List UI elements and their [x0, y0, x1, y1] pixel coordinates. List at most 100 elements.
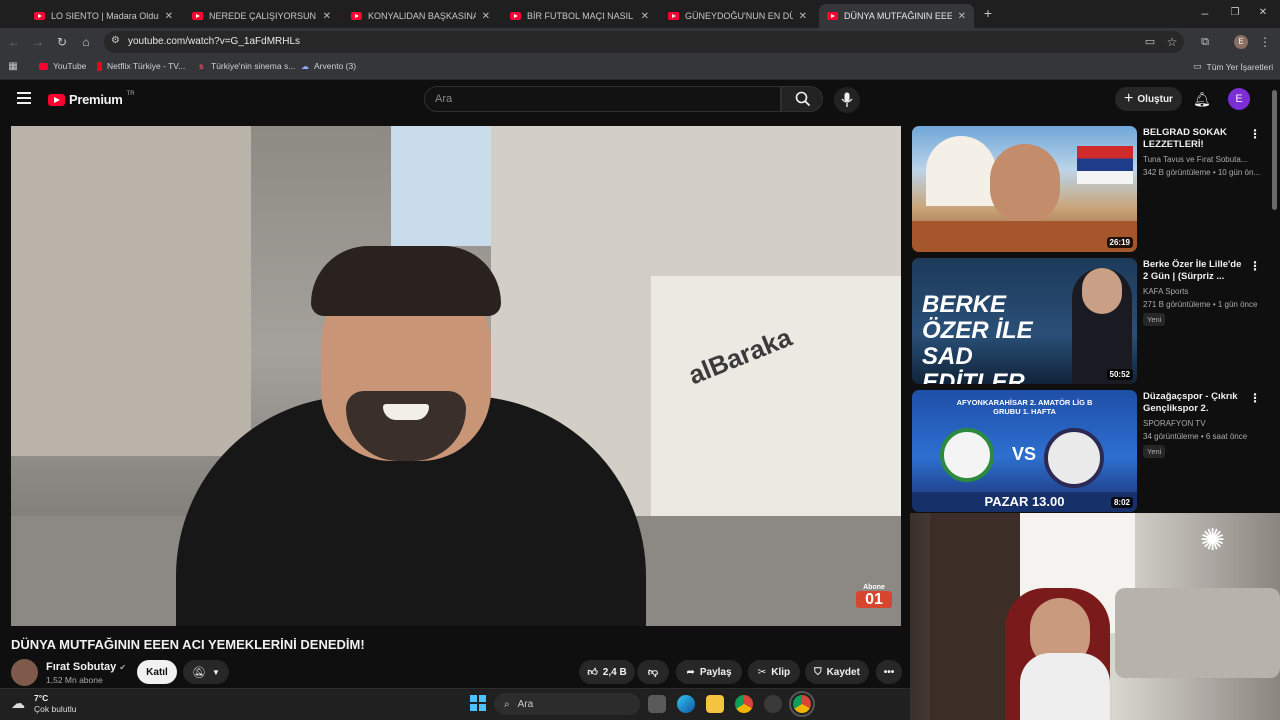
youtube-premium-logo[interactable]: Premium TR — [48, 91, 135, 107]
new-badge: Yeni — [1143, 445, 1166, 458]
back-icon[interactable]: ← — [7, 35, 21, 49]
browser-menu-icon[interactable]: ⋮ — [1259, 35, 1271, 49]
thumbnail-church — [926, 136, 996, 206]
browser-tab[interactable]: LO SIENTO | Madara Olduk #65 ✕ — [26, 4, 181, 28]
page-scrollbar[interactable] — [1272, 90, 1277, 210]
like-count: 2,4 B — [602, 666, 627, 678]
like-button[interactable]: 👍︎ 2,4 B — [579, 660, 635, 684]
webcam-logo-icon: ✺ — [1200, 524, 1226, 557]
create-button[interactable]: + Oluştur — [1115, 87, 1182, 111]
taskbar-search-label: Ara — [517, 698, 534, 710]
logo-text: Premium — [69, 92, 123, 107]
weather-temperature[interactable]: 7°C — [34, 693, 48, 703]
close-tab-icon[interactable]: ✕ — [799, 11, 807, 22]
weather-cloud-icon[interactable]: ☁ — [11, 695, 25, 712]
join-button[interactable]: Katıl — [137, 660, 177, 684]
chrome-profile-icon[interactable] — [789, 691, 815, 717]
weather-description[interactable]: Çok bulutlu — [34, 704, 77, 714]
browser-tab-active[interactable]: DÜNYA MUTFAĞININ EEEN ACI ✕ — [819, 4, 974, 28]
youtube-favicon-icon — [668, 12, 679, 20]
recommended-video-meta: 34 görüntüleme • 6 saat önce — [1143, 432, 1248, 441]
recommended-video-channel[interactable]: SPORAFYON TV — [1143, 419, 1206, 428]
all-bookmarks-button[interactable]: ▭ Tüm Yer İşaretleri — [1193, 61, 1273, 72]
file-explorer-icon[interactable] — [706, 695, 724, 713]
extensions-icon[interactable]: ⧉ — [1198, 35, 1212, 49]
thumbnail-text-top: AFYONKARAHİSAR 2. AMATÖR LİG B GRUBU 1. … — [956, 398, 1093, 416]
close-window-icon[interactable]: ✕ — [1256, 6, 1270, 20]
more-actions-button[interactable]: ••• — [876, 660, 902, 684]
browser-tab[interactable]: BİR FUTBOL MAÇI NASIL FACİA ✕ — [502, 4, 657, 28]
browser-profile-avatar[interactable]: E — [1234, 35, 1248, 49]
account-avatar[interactable]: E — [1228, 88, 1250, 110]
cast-icon[interactable]: ▭ — [1143, 35, 1157, 49]
task-view-icon[interactable] — [648, 695, 666, 713]
webcam-sofa — [1115, 588, 1280, 678]
voice-search-button[interactable] — [834, 87, 860, 113]
recommended-video-thumbnail[interactable]: BERKE ÖZER İLE SAD EDİTLER 50:52 — [912, 258, 1137, 384]
subscribed-notifications-button[interactable]: 🔕︎ ▼ — [183, 660, 229, 684]
close-tab-icon[interactable]: ✕ — [641, 11, 649, 22]
close-tab-icon[interactable]: ✕ — [323, 11, 331, 22]
video-player[interactable]: alBaraka — [11, 126, 901, 626]
video-duration: 50:52 — [1106, 369, 1133, 380]
site-info-icon[interactable]: ⚙ — [111, 35, 120, 46]
dislike-button[interactable]: 👎︎ — [637, 660, 669, 684]
video-options-icon[interactable]: ⋮ — [1249, 391, 1261, 405]
app-notification-icon[interactable] — [764, 695, 782, 713]
browser-tab[interactable]: GÜNEYDOĞU'NUN EN DÜŞÜK ✕ — [660, 4, 815, 28]
hamburger-menu-icon[interactable] — [17, 92, 31, 104]
clip-button[interactable]: ✂ Klip — [748, 660, 800, 684]
scissors-icon: ✂ — [757, 666, 767, 678]
video-options-icon[interactable]: ⋮ — [1249, 127, 1261, 141]
recommended-video-title[interactable]: Düzağaçspor - Çıkrık Gençlikspor 2. Amat… — [1143, 391, 1248, 415]
close-tab-icon[interactable]: ✕ — [958, 11, 966, 22]
more-horizontal-icon: ••• — [883, 666, 895, 678]
forward-icon[interactable]: → — [31, 35, 45, 49]
maximize-window-icon[interactable]: ❐ — [1228, 6, 1242, 20]
video-options-icon[interactable]: ⋮ — [1249, 259, 1261, 273]
video-frame-presenter-hair — [311, 246, 501, 316]
recommended-video-thumbnail[interactable]: 26:19 — [912, 126, 1137, 252]
webcam-streamer-shirt — [1020, 653, 1110, 720]
address-bar[interactable]: ⚙ youtube.com/watch?v=G_1aFdMRHLs — [104, 31, 1184, 53]
recommended-video-title[interactable]: BELGRAD SOKAK LEZZETLERİ! — [1143, 127, 1248, 151]
recommended-video-meta: 271 B görüntüleme • 1 gün önce — [1143, 300, 1258, 309]
home-icon[interactable]: ⌂ — [79, 35, 93, 49]
chrome-browser-icon[interactable] — [735, 695, 753, 713]
bookmark-item[interactable]: YouTube — [39, 61, 86, 71]
apps-grid-icon[interactable]: ▦ — [7, 60, 19, 74]
bookmark-star-icon[interactable]: ☆ — [1165, 35, 1179, 49]
edge-browser-icon[interactable] — [677, 695, 695, 713]
recommended-video-title[interactable]: Berke Özer İle Lille'de 2 Gün | (Sürpriz… — [1143, 259, 1248, 283]
bookmark-item[interactable]: ☁ Arvento (3) — [301, 61, 356, 71]
recommended-video-thumbnail[interactable]: AFYONKARAHİSAR 2. AMATÖR LİG B GRUBU 1. … — [912, 390, 1137, 512]
verified-badge-icon: ✔ — [119, 663, 127, 672]
bookmark-item[interactable]: Netflix Türkiye - TV... — [97, 61, 185, 71]
youtube-favicon-icon — [34, 12, 45, 20]
thumbnail-person-face — [1082, 268, 1122, 314]
browser-tab[interactable]: KONYALIDAN BAŞKASINA BAS ✕ — [343, 4, 498, 28]
taskbar-search[interactable]: ⌕ Ara — [494, 693, 640, 715]
share-button[interactable]: ➦ Paylaş — [676, 660, 742, 684]
browser-tab[interactable]: NEREDE ÇALIŞIYORSUN | Madar ✕ — [184, 4, 339, 28]
notifications-bell-icon[interactable]: 🔔︎ — [1193, 91, 1211, 108]
search-button[interactable] — [781, 86, 823, 112]
recommended-video-channel[interactable]: Tuna Tavus ve Fırat Sobuta... — [1143, 155, 1248, 164]
minimize-window-icon[interactable]: – — [1198, 6, 1212, 20]
windows-start-icon[interactable] — [470, 695, 486, 711]
recommended-video-channel[interactable]: KAFA Sports — [1143, 287, 1188, 296]
close-tab-icon[interactable]: ✕ — [482, 11, 490, 22]
save-button[interactable]: ⛉ Kaydet — [805, 660, 869, 684]
new-tab-icon[interactable]: + — [981, 6, 995, 20]
close-tab-icon[interactable]: ✕ — [165, 11, 173, 22]
create-label: Oluştur — [1137, 93, 1173, 105]
channel-name[interactable]: Fırat Sobutay ✔ — [46, 661, 126, 673]
search-input[interactable]: Ara — [424, 86, 781, 112]
bookmark-item[interactable]: s Türkiye'nin sinema s... — [199, 61, 295, 71]
reload-icon[interactable]: ↻ — [55, 35, 69, 49]
subscribe-watermark-badge[interactable]: Abone 01 — [856, 584, 892, 610]
channel-avatar[interactable] — [11, 659, 38, 686]
video-title: DÜNYA MUTFAĞININ EEEN ACI YEMEKLERİNİ DE… — [11, 637, 365, 652]
tab-title: BİR FUTBOL MAÇI NASIL FACİA — [527, 11, 635, 21]
arvento-favicon-icon: ☁ — [301, 61, 309, 71]
